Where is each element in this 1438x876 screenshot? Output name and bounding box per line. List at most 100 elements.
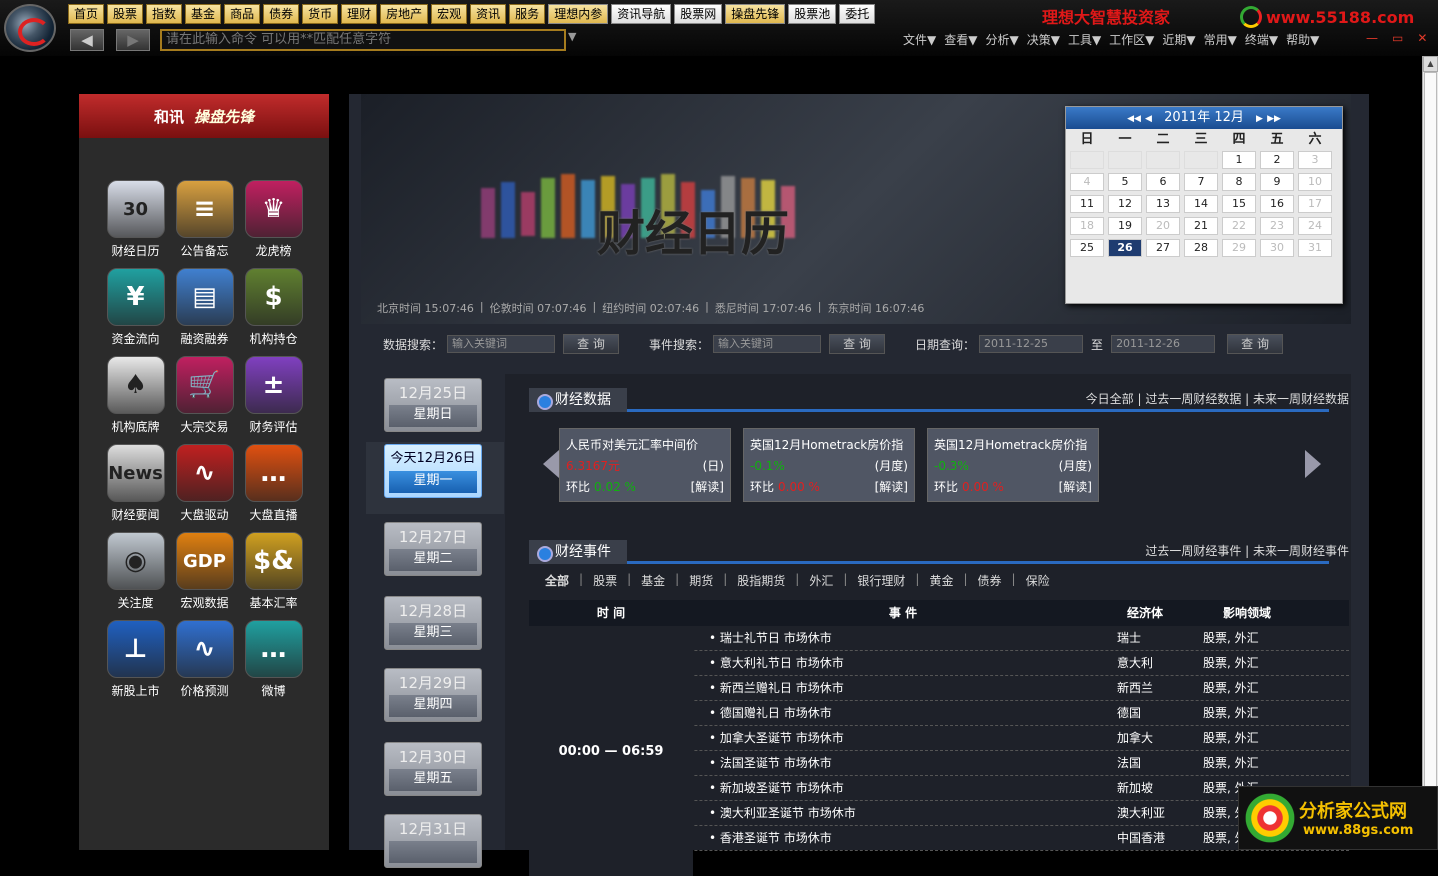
toolbar-button[interactable]: 宏观 [431, 4, 468, 24]
date-to-input[interactable]: 2011-12-26 [1111, 335, 1216, 353]
econ-events-links[interactable]: 过去一周财经事件 | 未来一周财经事件 [1145, 542, 1349, 559]
row-event[interactable]: • 德国赠礼日 市场休市 [693, 701, 1113, 725]
toolbar-button[interactable]: 股票网 [674, 4, 723, 24]
day-tab[interactable]: 12月27日 星期二 [384, 522, 482, 576]
maximize-icon[interactable]: ▭ [1392, 31, 1403, 45]
calendar-day[interactable]: 13 [1146, 195, 1180, 213]
sidebar-item[interactable]: ¥ 资金流向 [101, 268, 170, 346]
row-event[interactable]: • 意大利礼节日 市场休市 [693, 651, 1113, 675]
toolbar-button[interactable]: 货币 [302, 4, 339, 24]
menu-item[interactable]: 帮助▼ [1286, 31, 1319, 48]
next-arrow-icon[interactable] [1305, 450, 1321, 478]
toolbar-button[interactable]: 理想内参 [548, 4, 609, 24]
sidebar-item[interactable]: GDP 宏观数据 [170, 532, 239, 610]
menu-item[interactable]: 近期▼ [1162, 31, 1195, 48]
toolbar-button[interactable]: 股票池 [788, 4, 837, 24]
cal-prev-month-icon[interactable]: ◀ [1145, 114, 1152, 124]
sidebar-item[interactable]: ∿ 大盘驱动 [170, 444, 239, 522]
event-tab[interactable]: 股票 [593, 572, 617, 589]
calendar-day[interactable]: 7 [1184, 173, 1218, 191]
menu-item[interactable]: 常用▼ [1204, 31, 1237, 48]
day-tab[interactable]: 12月31日 [384, 814, 482, 868]
date-from-input[interactable]: 2011-12-25 [979, 335, 1084, 353]
calendar-day[interactable]: 1 [1222, 151, 1256, 169]
sidebar-item[interactable]: ♠ 机构底牌 [101, 356, 170, 434]
calendar-day[interactable]: 26 [1108, 239, 1142, 257]
toolbar-button[interactable]: 指数 [146, 4, 183, 24]
row-event[interactable]: • 法国圣诞节 市场休市 [693, 751, 1113, 775]
vertical-scrollbar[interactable]: ▲ [1422, 56, 1438, 850]
econ-data-card[interactable]: 英国12月Hometrack房价指 -0.1% (月度) 环比 0.00 % [解读] [743, 428, 915, 502]
calendar-day[interactable]: 30 [1260, 239, 1294, 257]
calendar-day[interactable]: 20 [1146, 217, 1180, 235]
calendar-day[interactable]: 11 [1070, 195, 1104, 213]
menu-item[interactable]: 查看▼ [944, 31, 977, 48]
econ-data-card[interactable]: 人民币对美元汇率中间价 6.3167元 (日) 环比 0.02 % [解读] [559, 428, 731, 502]
calendar-day[interactable]: 19 [1108, 217, 1142, 235]
calendar-day[interactable]: 5 [1108, 173, 1142, 191]
event-tab[interactable]: 股指期货 [737, 572, 785, 589]
calendar-day[interactable]: 23 [1260, 217, 1294, 235]
card-read-link[interactable]: [解读] [875, 477, 908, 498]
sidebar-item[interactable]: ⊥ 新股上市 [101, 620, 170, 698]
command-dropdown-icon[interactable]: ▼ [568, 30, 576, 43]
cal-prev-year-icon[interactable]: ◀◀ [1127, 114, 1141, 124]
toolbar-button[interactable]: 股票 [107, 4, 144, 24]
event-tab[interactable]: 全部 [545, 572, 569, 589]
calendar-day[interactable]: 15 [1222, 195, 1256, 213]
calendar-day[interactable]: 12 [1108, 195, 1142, 213]
event-search-input[interactable]: 输入关键词 [713, 335, 822, 353]
toolbar-button[interactable]: 操盘先锋 [725, 4, 786, 24]
calendar-day[interactable]: 27 [1146, 239, 1180, 257]
toolbar-button[interactable]: 商品 [224, 4, 261, 24]
row-event[interactable]: • 澳大利亚圣诞节 市场休市 [693, 801, 1113, 825]
sidebar-item[interactable]: … 微博 [239, 620, 308, 698]
menu-item[interactable]: 工作区▼ [1109, 31, 1154, 48]
day-tab[interactable]: 12月30日 星期五 [384, 742, 482, 796]
calendar-day[interactable]: 16 [1260, 195, 1294, 213]
calendar-day[interactable]: 4 [1070, 173, 1104, 191]
toolbar-button[interactable]: 资讯 [470, 4, 507, 24]
calendar-day[interactable]: 9 [1260, 173, 1294, 191]
back-button[interactable]: ◀ [70, 29, 104, 51]
menu-item[interactable]: 工具▼ [1068, 31, 1101, 48]
cal-next-month-icon[interactable]: ▶ [1256, 114, 1263, 124]
sidebar-item[interactable]: 30 财经日历 [101, 180, 170, 258]
event-tab[interactable]: 基金 [641, 572, 665, 589]
calendar-day[interactable]: 22 [1222, 217, 1256, 235]
toolbar-button[interactable]: 债券 [263, 4, 300, 24]
calendar-day[interactable]: 10 [1298, 173, 1332, 191]
day-tab[interactable]: 12月28日 星期三 [384, 596, 482, 650]
calendar-day[interactable]: 2 [1260, 151, 1294, 169]
sidebar-item[interactable]: ◉ 关注度 [101, 532, 170, 610]
toolbar-button[interactable]: 委托 [839, 4, 876, 24]
day-tab[interactable]: 12月25日 星期日 [384, 378, 482, 432]
calendar-day[interactable]: 28 [1184, 239, 1218, 257]
sidebar-item[interactable]: ▤ 融资融券 [170, 268, 239, 346]
calendar-day[interactable]: 25 [1070, 239, 1104, 257]
row-event[interactable]: • 加拿大圣诞节 市场休市 [693, 726, 1113, 750]
calendar-day[interactable]: 21 [1184, 217, 1218, 235]
toolbar-button[interactable]: 服务 [509, 4, 546, 24]
row-event[interactable]: • 香港圣诞节 市场休市 [693, 826, 1113, 850]
day-tab[interactable]: 今天12月26日 星期一 [384, 444, 482, 498]
card-read-link[interactable]: [解读] [1059, 477, 1092, 498]
sidebar-item[interactable]: ∿ 价格预测 [170, 620, 239, 698]
close-icon[interactable]: ✕ [1417, 31, 1427, 45]
event-tab[interactable]: 银行理财 [857, 572, 905, 589]
card-read-link[interactable]: [解读] [691, 477, 724, 498]
calendar-day[interactable]: 24 [1298, 217, 1332, 235]
event-tab[interactable]: 债券 [978, 572, 1002, 589]
sidebar-item[interactable]: … 大盘直播 [239, 444, 308, 522]
minimize-icon[interactable]: — [1366, 31, 1378, 45]
site-logo[interactable]: www.55188.com [1240, 6, 1414, 28]
sidebar-item[interactable]: ≡ 公告备忘 [170, 180, 239, 258]
menu-item[interactable]: 终端▼ [1245, 31, 1278, 48]
calendar-day[interactable]: 8 [1222, 173, 1256, 191]
forward-button[interactable]: ▶ [116, 29, 150, 51]
command-input[interactable]: 请在此输入命令 可以用**匹配任意字符 [160, 29, 566, 51]
prev-arrow-icon[interactable] [543, 450, 559, 478]
menu-item[interactable]: 文件▼ [903, 31, 936, 48]
row-event[interactable]: • 瑞士礼节日 市场休市 [693, 626, 1113, 650]
cal-next-year-icon[interactable]: ▶▶ [1267, 114, 1281, 124]
